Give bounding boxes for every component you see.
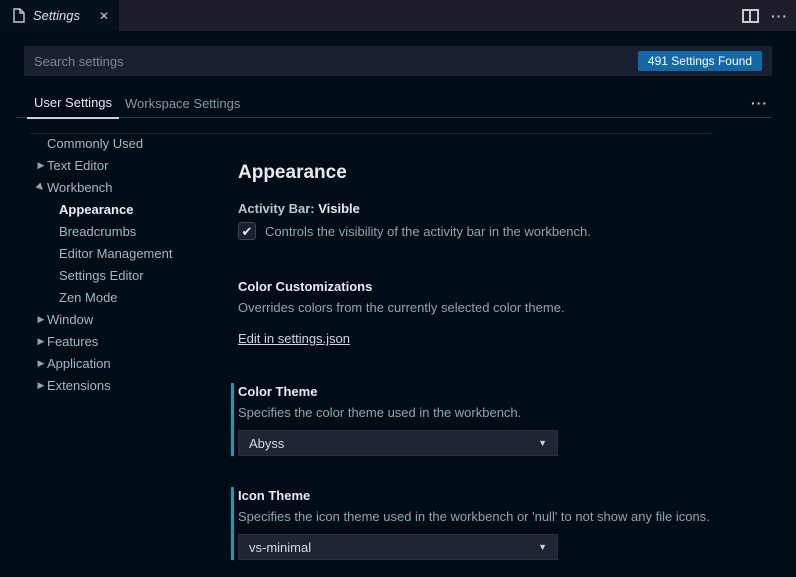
modified-indicator (231, 487, 234, 560)
header-divider (16, 117, 772, 118)
tree-item-appearance[interactable]: Appearance (0, 198, 216, 220)
settings-editor-window: Settings ✕ ··· 491 Settings Found User S… (0, 0, 796, 577)
edit-in-settings-json-link[interactable]: Edit in settings.json (238, 331, 350, 346)
close-icon[interactable]: ✕ (99, 10, 109, 22)
tree-item-extensions[interactable]: ▶ Extensions (0, 374, 216, 396)
section-title: Appearance (238, 162, 347, 183)
setting-title-icon-theme: Icon Theme (238, 488, 311, 503)
chevron-down-icon: ▼ (538, 542, 547, 552)
setting-title-color-customizations: Color Customizations (238, 279, 373, 294)
tree-item-settings-editor[interactable]: Settings Editor (0, 264, 216, 286)
setting-description: Controls the visibility of the activity … (265, 224, 591, 239)
setting-description: Specifies the icon theme used in the wor… (238, 509, 710, 524)
scope-tabs: User Settings Workspace Settings ··· (0, 88, 796, 119)
tree-item-editor-management[interactable]: Editor Management (0, 242, 216, 264)
tree-item-zen-mode[interactable]: Zen Mode (0, 286, 216, 308)
setting-title-activity-bar: Activity Bar: Visible (238, 201, 360, 216)
activity-bar-checkbox[interactable]: ✔ (238, 222, 256, 240)
split-editor-icon[interactable] (742, 8, 759, 23)
tree-item-window[interactable]: ▶ Window (0, 308, 216, 330)
editor-actions: ··· (742, 0, 788, 31)
chevron-collapsed-icon: ▶ (37, 314, 45, 324)
modified-indicator (231, 383, 234, 456)
search-input[interactable] (34, 53, 638, 69)
search-box: 491 Settings Found (24, 46, 772, 76)
setting-description: Overrides colors from the currently sele… (238, 300, 565, 315)
check-icon: ✔ (241, 223, 253, 239)
select-value: Abyss (249, 435, 285, 451)
tree-item-commonly-used[interactable]: Commonly Used (0, 132, 216, 154)
settings-count-badge: 491 Settings Found (637, 51, 762, 71)
color-theme-select[interactable]: Abyss ▼ (238, 430, 558, 456)
chevron-collapsed-icon: ▶ (37, 380, 45, 390)
file-icon (13, 8, 25, 23)
tab-settings[interactable]: Settings ✕ (0, 0, 119, 31)
chevron-expanded-icon: ▶ (35, 181, 47, 193)
tree-item-application[interactable]: ▶ Application (0, 352, 216, 374)
select-value: vs-minimal (249, 539, 312, 555)
settings-more-icon[interactable]: ··· (751, 96, 768, 110)
tree-item-features[interactable]: ▶ Features (0, 330, 216, 352)
setting-description: Specifies the color theme used in the wo… (238, 405, 522, 420)
tree-item-workbench[interactable]: ▶ Workbench (0, 176, 216, 198)
tab-user-settings[interactable]: User Settings (27, 88, 120, 119)
tab-workspace-settings[interactable]: Workspace Settings (118, 88, 247, 118)
more-actions-icon[interactable]: ··· (771, 9, 788, 23)
icon-theme-select[interactable]: vs-minimal ▼ (238, 534, 558, 560)
chevron-collapsed-icon: ▶ (37, 358, 45, 368)
tree-item-breadcrumbs[interactable]: Breadcrumbs (0, 220, 216, 242)
chevron-collapsed-icon: ▶ (37, 336, 45, 346)
chevron-collapsed-icon: ▶ (37, 160, 45, 170)
setting-title-color-theme: Color Theme (238, 384, 318, 399)
editor-tab-bar: Settings ✕ ··· (0, 0, 796, 31)
chevron-down-icon: ▼ (538, 438, 547, 448)
settings-tree: Commonly Used ▶ Text Editor ▶ Workbench … (0, 132, 216, 396)
tree-item-text-editor[interactable]: ▶ Text Editor (0, 154, 216, 176)
tab-title: Settings (33, 8, 80, 23)
